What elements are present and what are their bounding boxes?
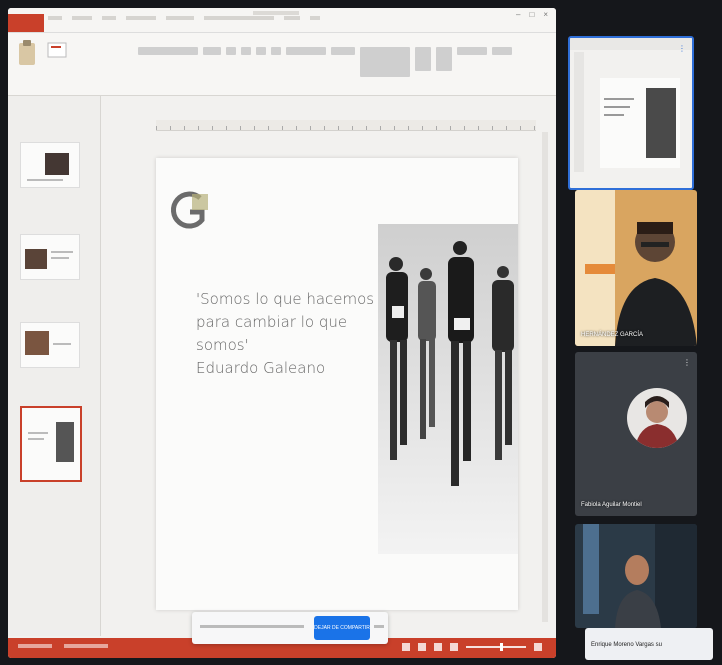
strike-icon[interactable] <box>271 47 281 55</box>
ribbon-tab[interactable] <box>284 16 300 20</box>
more-vert-icon[interactable]: ⋮ <box>678 44 686 53</box>
shapes-gallery[interactable] <box>360 47 410 77</box>
participant-tile[interactable]: ⋮ Fabiola Aguilar Montiel <box>575 352 697 516</box>
slide-thumbnail[interactable] <box>20 322 80 368</box>
quote-line: para cambiar lo que <box>196 313 348 331</box>
zoom-slider[interactable] <box>466 643 526 651</box>
file-tab[interactable] <box>8 14 44 32</box>
text-direction-icon[interactable] <box>331 47 355 55</box>
g-logo-icon <box>170 191 208 229</box>
ribbon-tab[interactable] <box>126 16 156 20</box>
participant-name: Enrique Moreno Vargas su <box>591 642 662 648</box>
status-info <box>18 644 108 648</box>
fit-slide-icon[interactable] <box>534 643 542 651</box>
runners-photo <box>378 224 518 554</box>
more-vert-icon[interactable]: ⋮ <box>683 358 691 367</box>
avatar <box>627 388 687 448</box>
participant-video <box>615 555 661 628</box>
shape-fill-icon[interactable] <box>457 47 487 55</box>
ribbon-tab[interactable] <box>166 16 194 20</box>
quote-line: somos' <box>196 336 249 354</box>
bold-icon[interactable] <box>226 47 236 55</box>
slideshow-icon[interactable] <box>450 643 458 651</box>
italic-icon[interactable] <box>241 47 251 55</box>
stop-sharing-button[interactable]: DEJAR DE COMPARTIR <box>314 616 370 640</box>
font-controls <box>138 47 512 77</box>
quote-author: Eduardo Galeano <box>196 359 326 377</box>
zoom-slider-handle[interactable] <box>500 643 503 651</box>
participant-tile[interactable]: HERNÁNDEZ GARCÍA <box>575 190 697 346</box>
slide-thumbnail-selected[interactable] <box>20 406 82 482</box>
slide-quote: 'Somos lo que hacemos para cambiar lo qu… <box>196 288 386 380</box>
minimize-icon[interactable]: – <box>516 10 520 19</box>
participant-name: Fabiola Aguilar Montiel <box>581 502 642 508</box>
ribbon-tab[interactable] <box>310 16 320 20</box>
horizontal-ruler <box>156 120 536 131</box>
window-title <box>253 11 299 15</box>
slide-canvas[interactable]: 'Somos lo que hacemos para cambiar lo qu… <box>156 158 518 610</box>
powerpoint-window: – □ × 'Somos lo que hacemos para cambiar… <box>8 8 556 658</box>
find-icon[interactable] <box>492 47 512 55</box>
title-bar: – □ × <box>8 8 556 33</box>
window-controls: – □ × <box>516 10 548 19</box>
underline-icon[interactable] <box>256 47 266 55</box>
ribbon-tabs <box>48 16 320 20</box>
participant-tile[interactable]: Enrique Moreno Vargas su <box>585 628 713 660</box>
participant-tile[interactable] <box>575 524 697 628</box>
slide-thumbnail[interactable] <box>20 142 80 188</box>
hide-share-bar-button[interactable] <box>374 625 384 628</box>
paragraph-align-icon[interactable] <box>286 47 326 55</box>
ribbon-tab[interactable] <box>102 16 116 20</box>
ribbon-tab[interactable] <box>72 16 92 20</box>
participant-video <box>615 222 697 346</box>
ribbon <box>8 33 556 96</box>
quote-line: 'Somos lo que hacemos <box>196 290 375 308</box>
new-slide-icon[interactable] <box>46 41 68 67</box>
vertical-scrollbar[interactable] <box>542 132 548 622</box>
ribbon-tab[interactable] <box>48 16 62 20</box>
slide-thumbnail[interactable] <box>20 234 80 280</box>
quick-styles-icon[interactable] <box>436 47 452 71</box>
arrange-icon[interactable] <box>415 47 431 71</box>
participant-tile-presentation[interactable]: ⋮ <box>568 36 694 190</box>
slide-thumbnail-pane <box>8 96 101 636</box>
ribbon-tab[interactable] <box>204 16 274 20</box>
paste-icon[interactable] <box>16 39 38 69</box>
close-icon[interactable]: × <box>543 10 548 19</box>
participant-name: HERNÁNDEZ GARCÍA <box>581 332 644 338</box>
restore-icon[interactable]: □ <box>529 10 534 19</box>
slide-sorter-icon[interactable] <box>418 643 426 651</box>
normal-view-icon[interactable] <box>402 643 410 651</box>
share-status-text <box>200 625 304 628</box>
screen-share-bar: DEJAR DE COMPARTIR <box>192 612 388 644</box>
view-controls <box>402 643 542 651</box>
font-size-dropdown[interactable] <box>203 47 221 55</box>
reading-view-icon[interactable] <box>434 643 442 651</box>
font-name-dropdown[interactable] <box>138 47 198 55</box>
